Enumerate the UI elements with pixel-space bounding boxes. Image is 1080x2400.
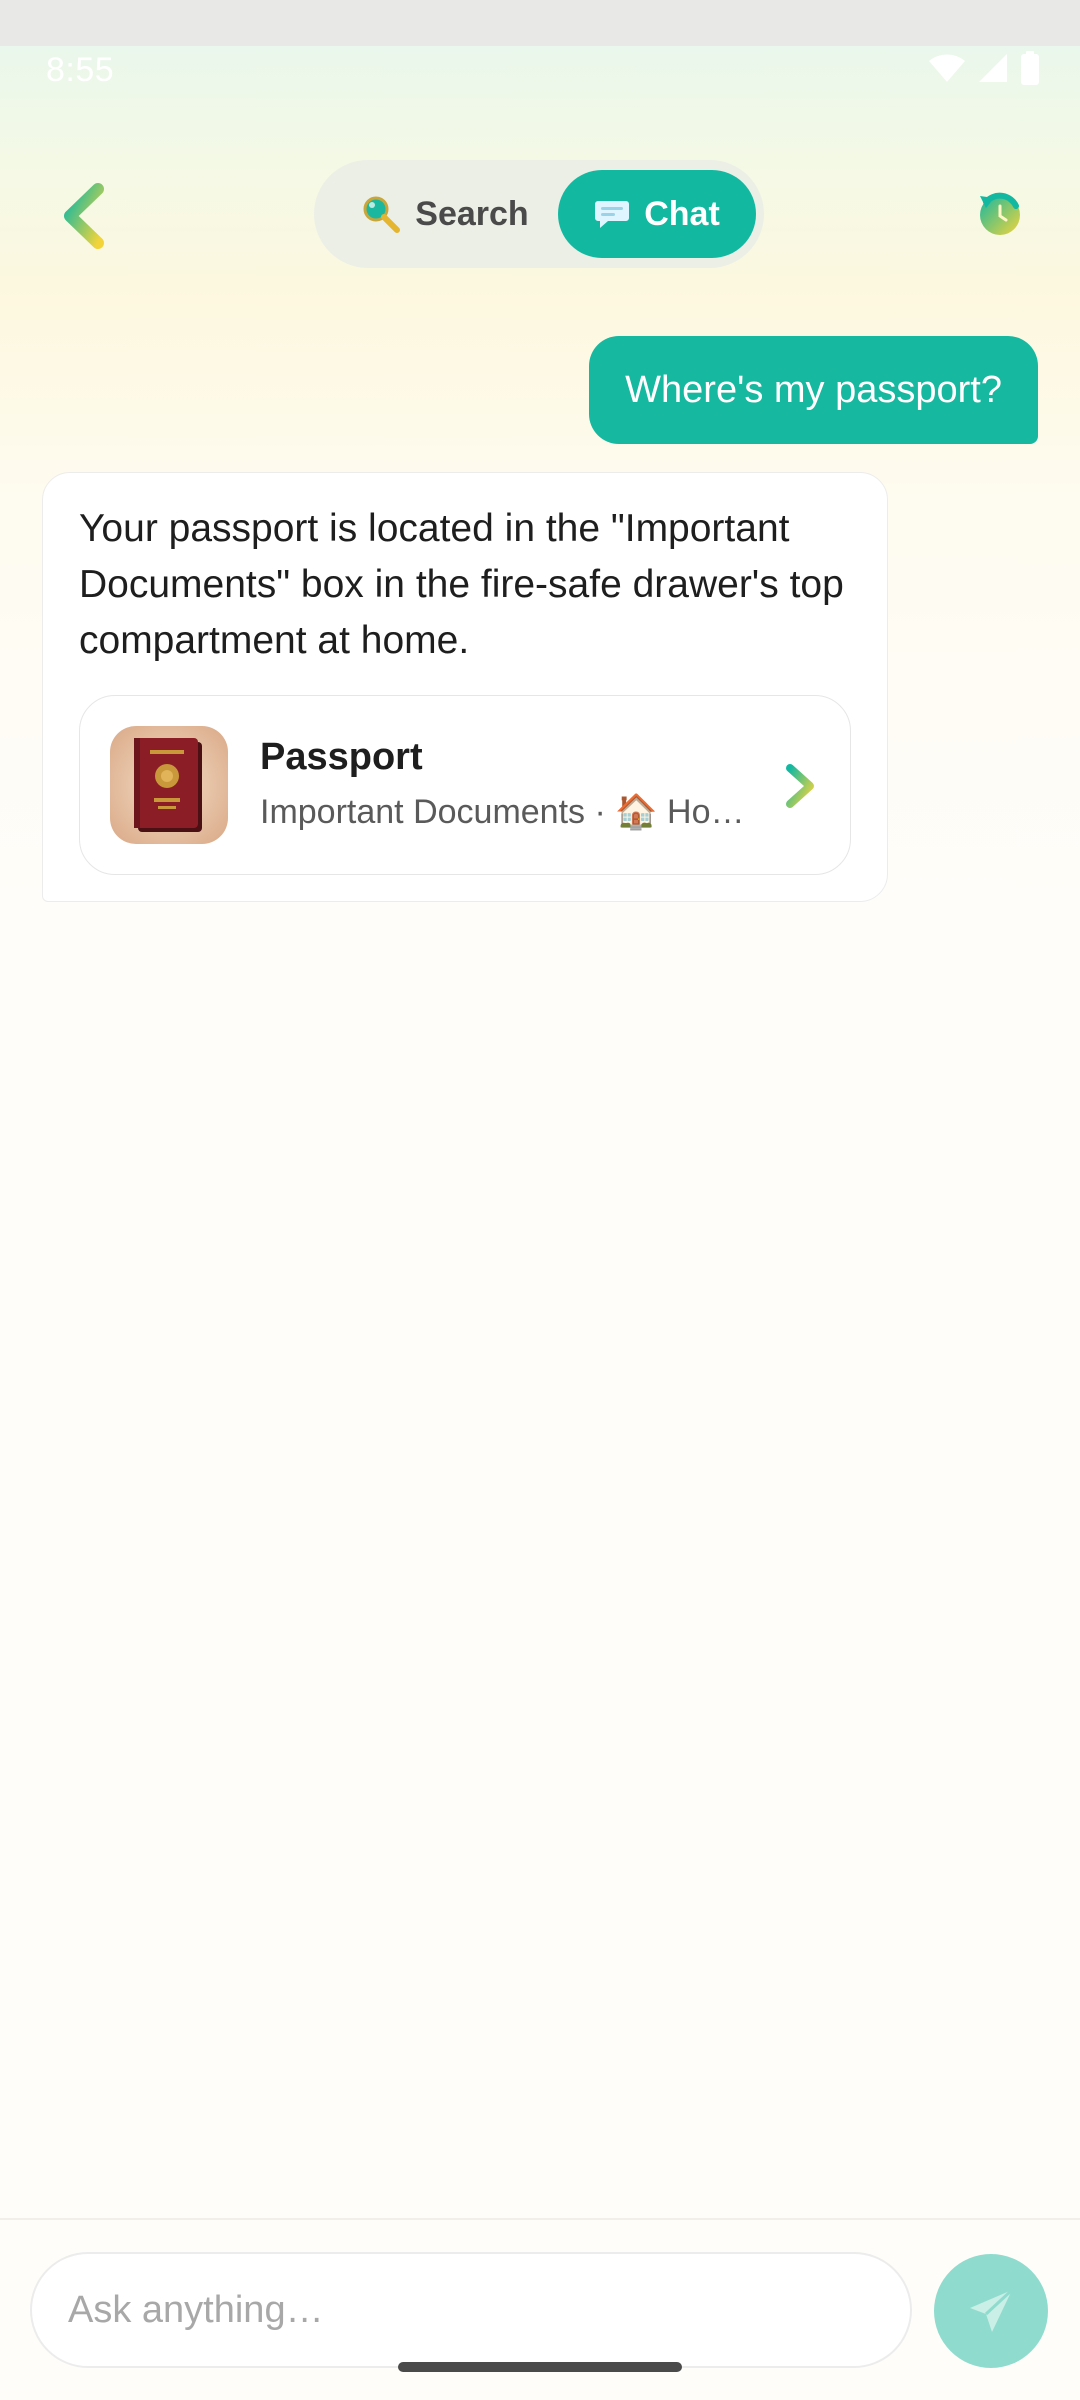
assistant-message-text: Your passport is located in the "Importa… [79, 507, 844, 662]
composer-divider [0, 2218, 1080, 2220]
user-message-text: Where's my passport? [625, 368, 1002, 411]
item-title: Passport [260, 736, 423, 778]
ask-input[interactable] [30, 2252, 912, 2368]
mode-toggle: Search Chat [314, 160, 764, 268]
assistant-message-bubble: Your passport is located in the "Importa… [42, 472, 888, 902]
item-result-card[interactable]: Passport Important Documents · 🏠 Home [79, 695, 851, 875]
chevron-left-icon [64, 183, 104, 249]
user-message-bubble: Where's my passport? [589, 336, 1038, 444]
send-button[interactable] [934, 2254, 1048, 2368]
home-indicator[interactable] [398, 2362, 682, 2372]
chevron-right-icon [786, 764, 814, 808]
refresh-button[interactable] [972, 186, 1026, 240]
battery-icon [1021, 51, 1039, 85]
status-icons [928, 50, 1040, 86]
tab-search-label: Search [415, 194, 529, 233]
magnifier-icon [363, 196, 401, 233]
tab-chat-label: Chat [644, 194, 720, 233]
passport-thumbnail [110, 726, 228, 844]
speech-bubble-icon [595, 201, 630, 228]
back-button[interactable] [52, 178, 116, 254]
status-time: 8:55 [46, 51, 115, 89]
refresh-icon [980, 192, 1020, 235]
tab-chat[interactable]: Chat [558, 170, 756, 258]
send-plane-icon [970, 2288, 1014, 2332]
system-top-band [0, 0, 1080, 46]
cellular-signal-icon [979, 54, 1007, 82]
item-location: Important Documents · 🏠 Home [260, 793, 750, 831]
tab-search[interactable]: Search [332, 170, 558, 258]
status-bar: 8:55 [0, 46, 1080, 89]
wifi-icon [929, 54, 965, 82]
